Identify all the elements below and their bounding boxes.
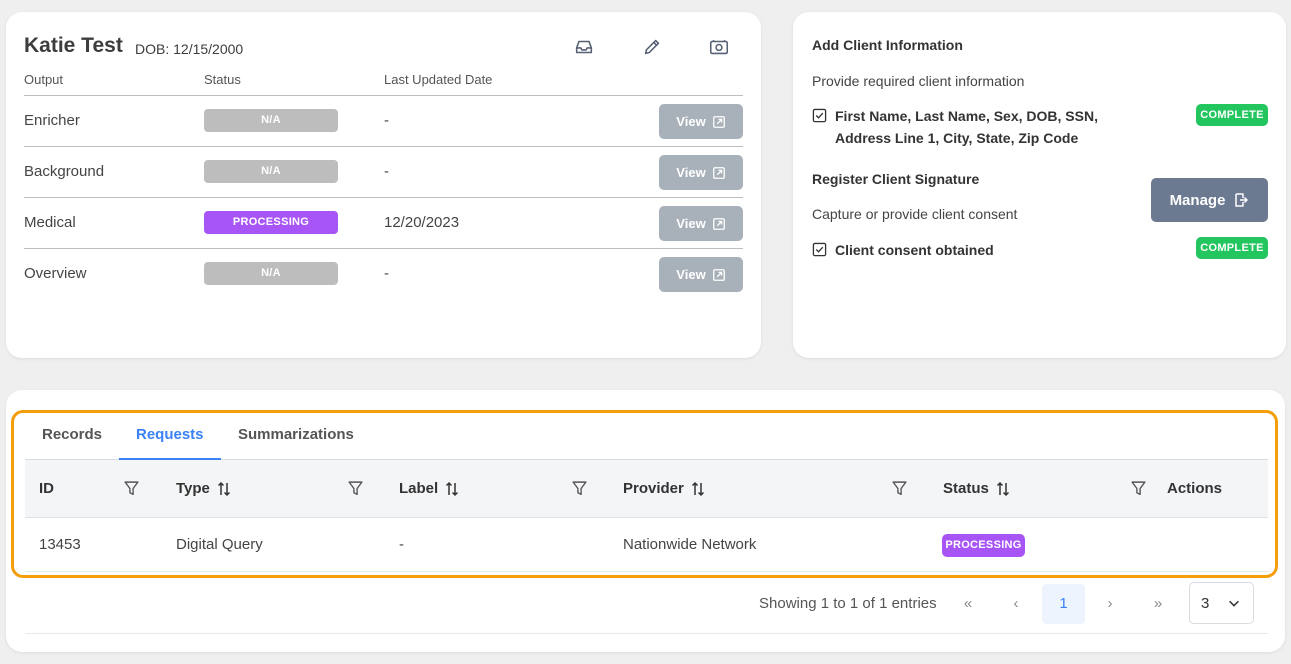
add-info-text: Provide required client information xyxy=(812,73,1025,89)
col-last-updated: Last Updated Date xyxy=(384,72,493,87)
complete-badge: COMPLETE xyxy=(1196,237,1268,259)
complete-badge: COMPLETE xyxy=(1196,104,1268,126)
fields-line-1: First Name, Last Name, Sex, DOB, SSN, xyxy=(835,108,1098,124)
inbox-icon[interactable] xyxy=(573,36,595,58)
chevron-down-icon xyxy=(1229,600,1239,607)
page-1-button[interactable]: 1 xyxy=(1042,584,1085,624)
signature-text: Capture or provide client consent xyxy=(812,206,1018,222)
consent-check: Client consent obtained xyxy=(812,239,994,261)
outputs-table: Enricher N/A - View Background N/A - Vie… xyxy=(24,95,743,299)
manage-button[interactable]: Manage xyxy=(1151,178,1268,222)
view-button[interactable]: View xyxy=(659,155,743,190)
external-link-icon xyxy=(712,115,725,128)
view-button[interactable]: View xyxy=(659,257,743,292)
last-updated: - xyxy=(384,163,389,180)
view-button[interactable]: View xyxy=(659,206,743,241)
sign-in-icon xyxy=(1235,193,1249,207)
focus-highlight xyxy=(11,410,1278,578)
view-label: View xyxy=(676,267,706,282)
pagination-summary: Showing 1 to 1 of 1 entries xyxy=(759,595,937,612)
output-row-medical: Medical PROCESSING 12/20/2023 View xyxy=(24,197,743,248)
camera-icon[interactable] xyxy=(708,36,730,58)
checkbox-icon xyxy=(812,108,827,123)
view-label: View xyxy=(676,216,706,231)
status-badge: PROCESSING xyxy=(204,211,338,234)
external-link-icon xyxy=(712,217,725,230)
client-name: Katie Test xyxy=(24,34,123,57)
col-status: Status xyxy=(204,72,241,87)
view-label: View xyxy=(676,114,706,129)
output-row-background: Background N/A - View xyxy=(24,146,743,197)
first-page-button[interactable]: « xyxy=(948,584,988,624)
last-updated: - xyxy=(384,265,389,282)
output-row-enricher: Enricher N/A - View xyxy=(24,95,743,146)
client-outputs-card: Katie Test DOB: 12/15/2000 Output Status… xyxy=(6,12,761,358)
last-updated: 12/20/2023 xyxy=(384,214,460,231)
required-fields-check: First Name, Last Name, Sex, DOB, SSN, Ad… xyxy=(812,105,1098,149)
external-link-icon xyxy=(712,166,725,179)
output-name: Medical xyxy=(24,214,76,231)
view-label: View xyxy=(676,165,706,180)
requests-card: Records Requests Summarizations ID Type … xyxy=(6,390,1285,652)
footer-divider xyxy=(25,633,1268,634)
last-page-button[interactable]: » xyxy=(1138,584,1178,624)
output-name: Overview xyxy=(24,265,87,282)
output-name: Background xyxy=(24,163,105,180)
col-output: Output xyxy=(24,72,64,87)
client-dob: DOB: 12/15/2000 xyxy=(135,41,244,57)
view-button[interactable]: View xyxy=(659,104,743,139)
last-updated: - xyxy=(384,112,389,129)
client-info-card: Add Client Information Provide required … xyxy=(793,12,1286,358)
status-badge: N/A xyxy=(204,160,338,183)
checkbox-icon xyxy=(812,242,827,257)
add-info-title: Add Client Information xyxy=(812,37,963,53)
status-badge: N/A xyxy=(204,262,338,285)
external-link-icon xyxy=(712,268,725,281)
fields-line-2: Address Line 1, City, State, Zip Code xyxy=(835,130,1079,146)
rows-per-page-value: 3 xyxy=(1201,594,1210,612)
output-row-overview: Overview N/A - View xyxy=(24,248,743,299)
signature-title: Register Client Signature xyxy=(812,171,980,187)
output-name: Enricher xyxy=(24,112,80,129)
next-page-button[interactable]: › xyxy=(1090,584,1130,624)
pencil-icon[interactable] xyxy=(641,36,663,58)
rows-per-page-select[interactable]: 3 xyxy=(1189,582,1254,624)
manage-label: Manage xyxy=(1169,191,1226,209)
prev-page-button[interactable]: ‹ xyxy=(996,584,1036,624)
status-badge: N/A xyxy=(204,109,338,132)
consent-text: Client consent obtained xyxy=(835,242,994,258)
